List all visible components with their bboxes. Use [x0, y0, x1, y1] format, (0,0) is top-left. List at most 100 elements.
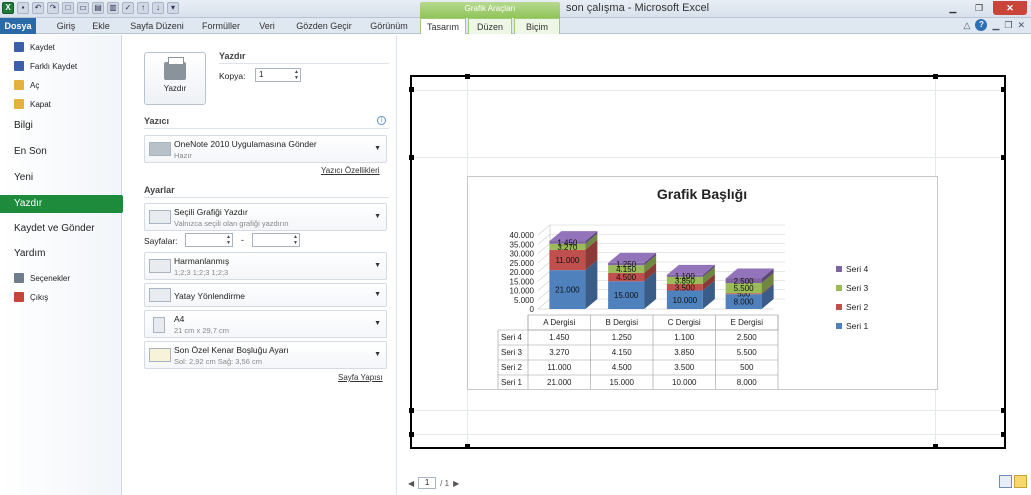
tab-insert[interactable]: Ekle	[86, 18, 116, 34]
legend-swatch	[836, 323, 842, 329]
close-icon[interactable]: ✕	[993, 1, 1027, 15]
divider	[144, 128, 389, 129]
spin-arrows-icon[interactable]: ▲ ▼	[294, 69, 299, 81]
print-preview-icon[interactable]: ▥	[107, 2, 119, 14]
legend-entry: Seri 2	[846, 302, 868, 312]
new-file-icon[interactable]: □	[62, 2, 74, 14]
orientation-dropdown[interactable]: Yatay Yönlendirme ▼	[144, 283, 387, 307]
print-icon[interactable]: ▤	[92, 2, 104, 14]
open-icon[interactable]: ▭	[77, 2, 89, 14]
menu-open[interactable]: Aç	[0, 80, 122, 90]
x-tick-label: C Dergisi	[668, 318, 701, 327]
margin-handle[interactable]	[465, 444, 470, 449]
menu-help[interactable]: Yardım	[0, 245, 122, 263]
save-icon[interactable]: ▪	[17, 2, 29, 14]
info-icon[interactable]: i	[377, 116, 386, 125]
tab-format[interactable]: Biçim	[514, 18, 560, 34]
pages-label: Sayfalar:	[144, 236, 178, 246]
print-section-title: Yazdır	[219, 51, 246, 61]
redo-icon[interactable]: ↷	[47, 2, 59, 14]
chart-title: Grafik Başlığı	[657, 186, 747, 202]
tab-formulas[interactable]: Formüller	[196, 18, 246, 34]
menu-close[interactable]: Kapat	[0, 99, 122, 109]
collate-title: Harmanlanmış	[174, 256, 230, 266]
margin-handle[interactable]	[409, 155, 414, 160]
current-page-input[interactable]: 1	[418, 477, 437, 489]
copies-input[interactable]: 1 ▲ ▼	[255, 68, 301, 82]
margin-handle[interactable]	[1001, 155, 1006, 160]
collate-icon	[149, 259, 171, 273]
print-button[interactable]: Yazdır	[144, 52, 206, 105]
paper-size-dropdown[interactable]: A4 21 cm x 29,7 cm ▼	[144, 310, 387, 338]
menu-new[interactable]: Yeni	[0, 169, 122, 187]
margin-handle[interactable]	[933, 74, 938, 79]
menu-options-label: Seçenekler	[30, 273, 71, 283]
menu-print[interactable]: Yazdır	[0, 195, 128, 213]
printer-section-title: Yazıcı	[144, 116, 170, 126]
copies-value: 1	[259, 70, 264, 79]
restore-icon[interactable]: ❐	[967, 1, 991, 15]
menu-save[interactable]: Kaydet	[0, 42, 122, 52]
margin-handle[interactable]	[409, 432, 414, 437]
tab-file[interactable]: Dosya	[0, 18, 36, 34]
margin-handle[interactable]	[1001, 432, 1006, 437]
tab-data[interactable]: Veri	[252, 18, 282, 34]
zoom-to-page-icon[interactable]	[1014, 475, 1027, 488]
page-setup-link[interactable]: Sayfa Yapısı	[338, 373, 383, 382]
excel-logo-icon: X	[2, 2, 14, 14]
table-cell: 3.270	[549, 348, 570, 357]
menu-recent[interactable]: En Son	[0, 143, 122, 161]
margin-handle[interactable]	[1001, 408, 1006, 413]
spelling-icon[interactable]: ✓	[122, 2, 134, 14]
printer-dropdown[interactable]: OneNote 2010 Uygulamasına Gönder Hazır ▼	[144, 135, 387, 163]
menu-options[interactable]: Seçenekler	[0, 273, 122, 283]
collate-sub: 1;2;3 1;2;3 1;2;3	[174, 268, 229, 277]
tab-review[interactable]: Gözden Geçir	[292, 18, 356, 34]
margin-handle[interactable]	[465, 74, 470, 79]
menu-save-and-send[interactable]: Kaydet ve Gönder	[0, 220, 122, 238]
margin-handle[interactable]	[409, 408, 414, 413]
collate-dropdown[interactable]: Harmanlanmış 1;2;3 1;2;3 1;2;3 ▼	[144, 252, 387, 280]
tab-page-layout[interactable]: Sayfa Düzeni	[124, 18, 190, 34]
sort-desc-icon[interactable]: ↓	[152, 2, 164, 14]
menu-info[interactable]: Bilgi	[0, 117, 122, 135]
workbook-close-icon[interactable]: ✕	[1017, 20, 1025, 31]
margin-handle[interactable]	[1001, 87, 1006, 92]
workbook-restore-icon[interactable]: ❐	[1004, 20, 1012, 31]
help-icon[interactable]: ?	[975, 19, 988, 31]
workbook-minimize-icon[interactable]: ▁	[992, 20, 999, 31]
tab-home[interactable]: Giriş	[48, 18, 84, 34]
tab-layout[interactable]: Düzen	[468, 18, 512, 34]
tab-design[interactable]: Tasarım	[420, 18, 466, 34]
margins-dropdown[interactable]: Son Özel Kenar Boşluğu Ayarı Sol: 2,92 c…	[144, 341, 387, 369]
data-label: 8.000	[734, 298, 755, 307]
print-settings-pane: Yazdır Yazdır Kopya: 1 ▲ ▼ Yazıcı i OneNo…	[123, 35, 397, 495]
minimize-icon[interactable]: ▁	[941, 1, 965, 15]
margin-handle[interactable]	[409, 87, 414, 92]
print-button-label: Yazdır	[163, 84, 187, 93]
show-margins-icon[interactable]	[999, 475, 1012, 488]
margin-handle[interactable]	[933, 444, 938, 449]
minimize-ribbon-icon[interactable]: △	[964, 20, 971, 31]
menu-save-label: Kaydet	[30, 42, 55, 52]
print-what-dropdown[interactable]: Seçili Grafiği Yazdır Valnızca seçili ol…	[144, 203, 387, 231]
spin-arrows-icon[interactable]: ▲ ▼	[226, 234, 231, 246]
customize-qat-icon[interactable]: ▾	[167, 2, 179, 14]
spin-arrows-icon[interactable]: ▲ ▼	[293, 234, 298, 246]
next-page-icon[interactable]: ▶	[453, 479, 459, 488]
menu-exit[interactable]: Çıkış	[0, 292, 122, 302]
margins-star-icon	[149, 348, 171, 362]
legend-swatch	[836, 285, 842, 291]
pages-to-input[interactable]: ▲ ▼	[252, 233, 300, 247]
table-cell: 2.500	[737, 333, 758, 342]
printer-properties-link[interactable]: Yazıcı Özellikleri	[321, 166, 380, 175]
tab-view[interactable]: Görünüm	[364, 18, 414, 34]
undo-icon[interactable]: ↶	[32, 2, 44, 14]
menu-save-as[interactable]: Farklı Kaydet	[0, 61, 122, 71]
prev-page-icon[interactable]: ◀	[408, 479, 414, 488]
legend-swatch	[836, 304, 842, 310]
menu-exit-label: Çıkış	[30, 292, 49, 302]
chevron-down-icon: ▼	[374, 262, 381, 269]
pages-from-input[interactable]: ▲ ▼	[185, 233, 233, 247]
sort-asc-icon[interactable]: ↑	[137, 2, 149, 14]
